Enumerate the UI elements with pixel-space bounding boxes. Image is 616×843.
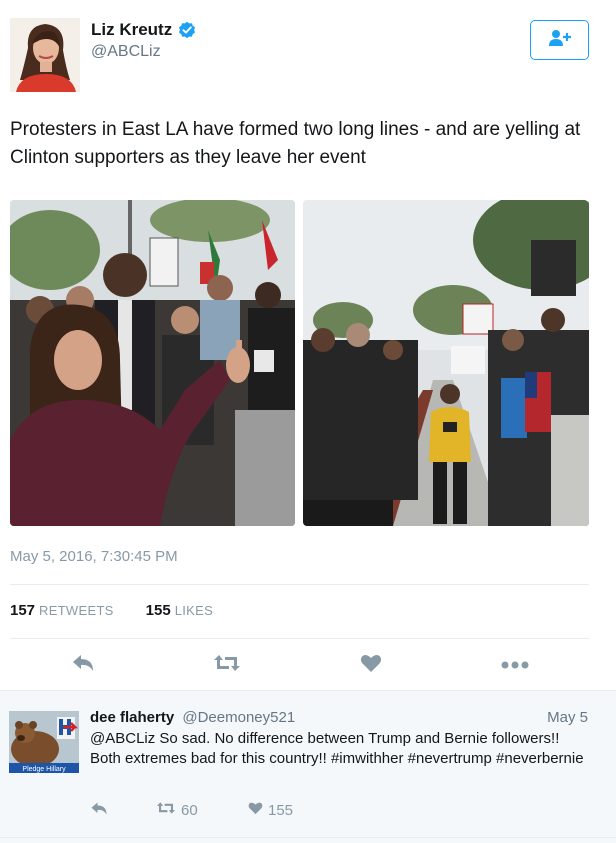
retweet-icon [156, 801, 176, 819]
reply-tweet: Pledge Hillary dee flaherty @Deemoney521… [0, 690, 616, 843]
reply-button[interactable] [70, 652, 96, 678]
divider [10, 638, 589, 639]
retweets-stat[interactable]: 157 RETWEETS [10, 602, 114, 619]
avatar-badge-text: Pledge Hillary [22, 766, 66, 773]
author-avatar[interactable] [10, 18, 80, 92]
reply-date[interactable]: May 5 [547, 709, 588, 726]
tweet-timestamp[interactable]: May 5, 2016, 7:30:45 PM [10, 548, 178, 565]
author-name[interactable]: Liz Kreutz [91, 20, 172, 40]
retweets-count: 157 [10, 602, 36, 619]
tweet-photo-2[interactable] [303, 200, 589, 526]
tweet-actions [0, 648, 616, 680]
tweet-stats: 157 RETWEETS 155 LIKES [10, 602, 213, 619]
verified-badge-icon [178, 21, 196, 39]
tweet-photo-1[interactable] [10, 200, 295, 526]
follow-button[interactable] [530, 20, 589, 60]
likes-label: LIKES [174, 603, 214, 618]
like-button[interactable] [358, 652, 384, 678]
reply-like-button[interactable]: 155 [248, 801, 293, 819]
heart-icon [248, 801, 263, 819]
reply-text: @ABCLiz So sad. No difference between Tr… [90, 730, 584, 767]
main-tweet: Liz Kreutz @ABCLiz Protesters in East LA… [0, 0, 616, 690]
tweet-text: Protesters in East LA have formed two lo… [10, 119, 581, 168]
reply-actions: 60 155 [90, 801, 390, 823]
reply-retweet-button[interactable]: 60 [156, 801, 198, 819]
heart-icon [360, 653, 382, 678]
more-dots-icon [501, 656, 529, 674]
divider [0, 837, 616, 838]
reply-author-handle[interactable]: @Deemoney521 [182, 709, 295, 726]
add-user-icon [548, 29, 572, 52]
reply-author-avatar[interactable]: Pledge Hillary [9, 711, 79, 773]
author-handle[interactable]: @ABCLiz [91, 43, 161, 61]
reply-author-name[interactable]: dee flaherty [90, 709, 174, 726]
divider [10, 584, 589, 585]
reply-arrow-icon [71, 653, 95, 678]
reply-retweets-count: 60 [181, 801, 198, 819]
retweet-button[interactable] [214, 652, 240, 678]
retweets-label: RETWEETS [39, 603, 114, 618]
likes-stat[interactable]: 155 LIKES [146, 602, 213, 619]
more-button[interactable] [501, 652, 529, 678]
likes-count: 155 [145, 602, 171, 619]
reply-arrow-icon [90, 801, 108, 820]
reply-likes-count: 155 [268, 801, 294, 819]
retweet-icon [213, 653, 241, 678]
reply-reply-button[interactable] [90, 801, 108, 820]
